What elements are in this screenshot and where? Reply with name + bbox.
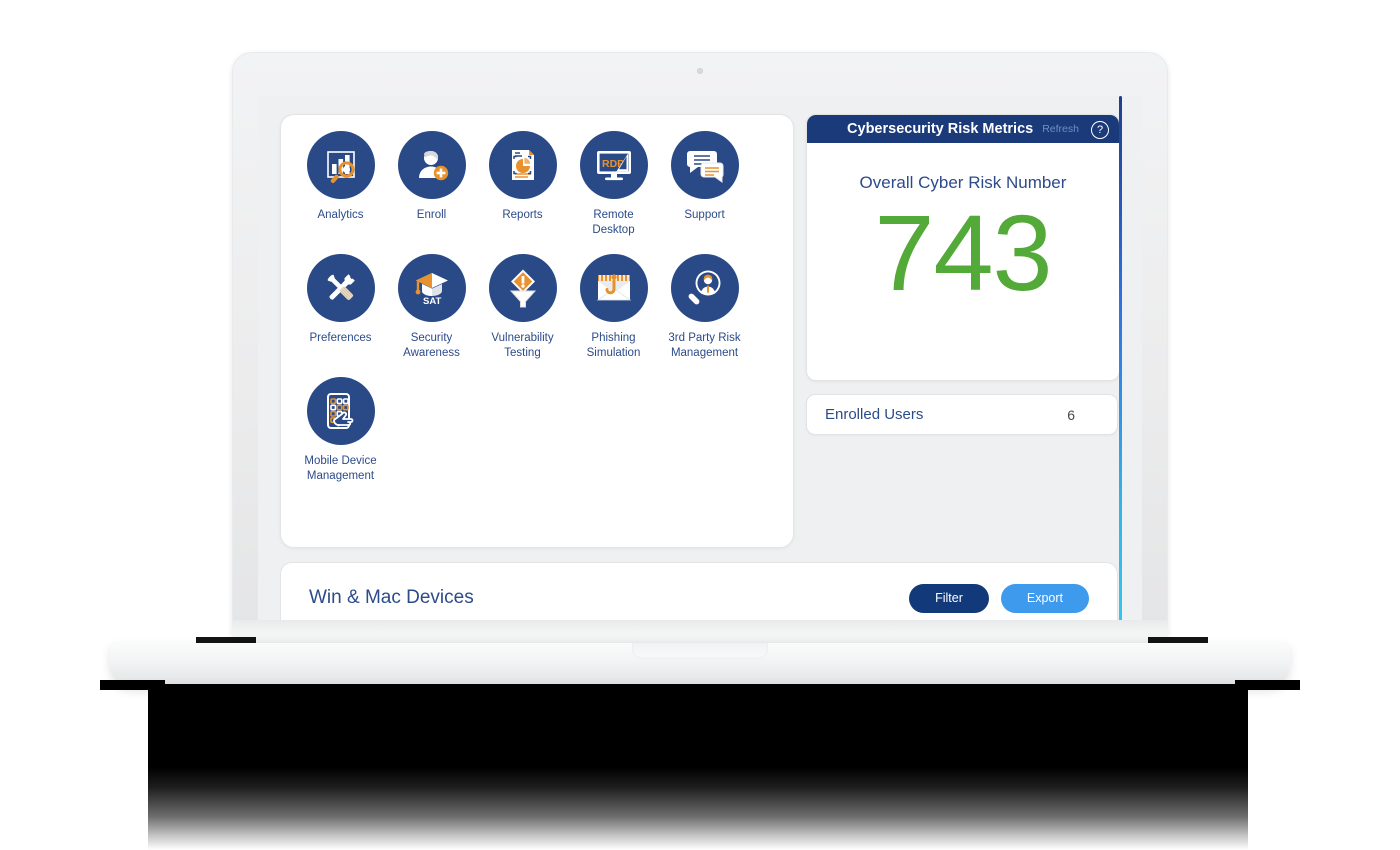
tile-analytics-bubble xyxy=(306,131,375,199)
chat-bubbles-icon xyxy=(686,151,723,183)
tile-reports[interactable]: Reports xyxy=(477,131,568,238)
tile-third-party-risk-management[interactable]: 3rd Party Risk Management xyxy=(659,254,750,361)
metrics-card-header: Cybersecurity Risk Metrics Refresh ? xyxy=(807,115,1119,143)
rdp-monitor-icon: RDP xyxy=(596,151,631,181)
win-mac-devices-card: Win & Mac Devices Filter Export xyxy=(280,562,1118,621)
tools-wrench-screwdriver-icon xyxy=(327,274,355,300)
laptop-hinge xyxy=(232,620,1168,644)
tile-reports-bubble xyxy=(488,131,557,199)
laptop-reflection-shadow xyxy=(148,684,1248,850)
tile-analytics[interactable]: Analytics xyxy=(295,131,386,238)
tile-phishing-simulation[interactable]: Phishing Simulation xyxy=(568,254,659,361)
vertical-scrollbar[interactable] xyxy=(1119,96,1122,621)
analytics-chart-magnifier-icon xyxy=(326,151,355,183)
app-tiles-grid: Analytics Enroll Reports RDP Remote Desk… xyxy=(295,131,781,500)
devices-panel-actions: Filter Export xyxy=(909,583,1089,613)
app-tiles-card: Analytics Enroll Reports RDP Remote Desk… xyxy=(280,114,794,548)
help-icon[interactable]: ? xyxy=(1091,121,1109,139)
tile-mdm-bubble xyxy=(306,377,375,445)
app-scroll-area: Analytics Enroll Reports RDP Remote Desk… xyxy=(258,96,1142,621)
tile-label: Mobile Device Management xyxy=(304,455,377,482)
tile-label: Support xyxy=(684,209,725,221)
enrolled-users-count: 6 xyxy=(1067,406,1075,423)
warning-funnel-icon xyxy=(509,269,536,308)
user-add-icon xyxy=(418,151,448,181)
tile-remote-desktop[interactable]: RDP Remote Desktop xyxy=(568,131,659,238)
tile-label: Analytics xyxy=(317,209,364,221)
tile-vulnerability-testing[interactable]: Vulnerability Testing xyxy=(477,254,568,361)
laptop-mockup: Analytics Enroll Reports RDP Remote Desk… xyxy=(0,0,1400,850)
tile-label: Reports xyxy=(502,209,543,221)
tile-label: Enroll xyxy=(416,209,447,221)
tile-preferences-bubble xyxy=(306,254,375,322)
filter-button[interactable]: Filter xyxy=(909,583,989,613)
overall-risk-label: Overall Cyber Risk Number xyxy=(859,173,1067,192)
cybersecurity-risk-metrics-card: Cybersecurity Risk Metrics Refresh ? Ove… xyxy=(806,114,1120,381)
magnifier-person-icon xyxy=(688,270,720,305)
metrics-title: Cybersecurity Risk Metrics xyxy=(847,121,1034,137)
tile-remote-desktop-bubble: RDP xyxy=(579,131,648,199)
tile-preferences[interactable]: Preferences xyxy=(295,254,386,361)
tile-enroll[interactable]: Enroll xyxy=(386,131,477,238)
tile-label: 3rd Party Risk Management xyxy=(668,332,741,359)
tile-phishing-simulation-bubble xyxy=(579,254,648,322)
tile-support-bubble xyxy=(670,131,739,199)
enrolled-users-card[interactable]: Enrolled Users 6 xyxy=(806,394,1118,435)
mobile-hand-icon xyxy=(326,393,353,429)
laptop-screen: Analytics Enroll Reports RDP Remote Desk… xyxy=(258,96,1142,621)
tile-label: Phishing Simulation xyxy=(586,332,641,359)
tile-mobile-device-management[interactable]: Mobile Device Management xyxy=(295,377,386,484)
tile-label: Vulnerability Testing xyxy=(491,332,554,359)
webcam-icon xyxy=(697,68,703,74)
tile-third-party-risk-bubble xyxy=(670,254,739,322)
tile-label: Remote Desktop xyxy=(592,209,635,236)
graduation-cap-sat-icon: SAT xyxy=(415,273,448,307)
envelope-hook-icon xyxy=(596,274,631,301)
laptop-lid: Analytics Enroll Reports RDP Remote Desk… xyxy=(232,52,1168,638)
tile-security-awareness-bubble: SAT xyxy=(397,254,466,322)
svg-text:SAT: SAT xyxy=(423,296,441,307)
tile-label: Preferences xyxy=(309,332,372,344)
tile-support[interactable]: Support xyxy=(659,131,750,238)
enrolled-users-label: Enrolled Users xyxy=(825,406,924,423)
tile-security-awareness[interactable]: SAT Security Awareness xyxy=(386,254,477,361)
refresh-button[interactable]: Refresh xyxy=(1042,123,1079,135)
tile-enroll-bubble xyxy=(397,131,466,199)
overall-risk-value: 743 xyxy=(874,192,1052,313)
app-viewport: Analytics Enroll Reports RDP Remote Desk… xyxy=(258,96,1142,621)
export-button[interactable]: Export xyxy=(1000,583,1089,613)
report-document-piechart-icon xyxy=(511,150,534,180)
laptop-base-notch xyxy=(632,643,768,659)
tile-vulnerability-testing-bubble xyxy=(488,254,557,322)
laptop-base xyxy=(110,643,1290,687)
tile-label: Security Awareness xyxy=(403,332,460,359)
devices-panel-title: Win & Mac Devices xyxy=(309,587,474,608)
